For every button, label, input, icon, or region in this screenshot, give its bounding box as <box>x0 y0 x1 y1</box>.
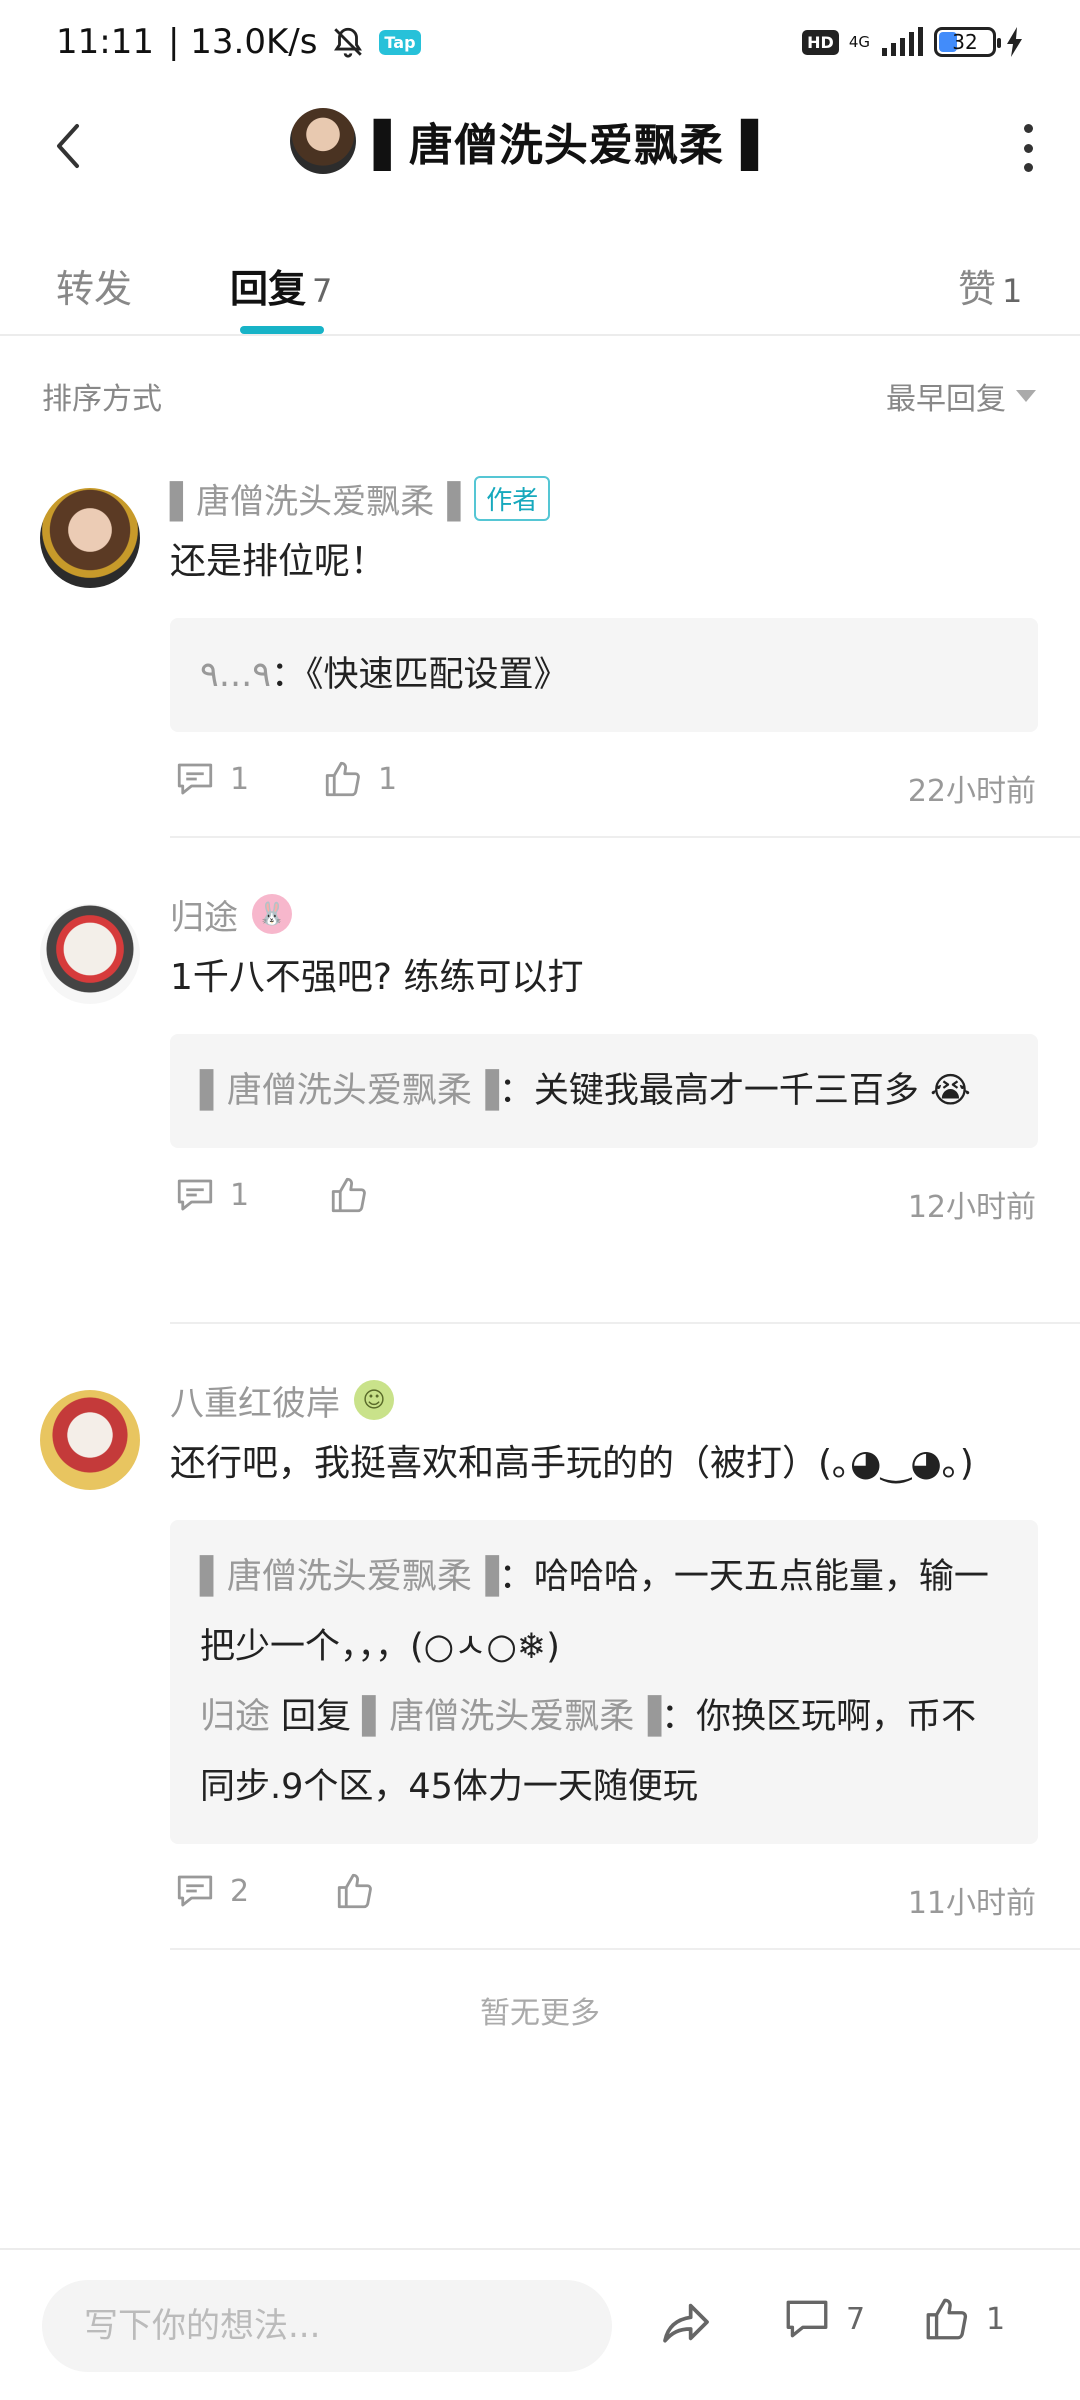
tab-replies[interactable]: 回复 7 <box>230 258 332 313</box>
like-button[interactable] <box>334 1870 390 1912</box>
divider <box>170 1322 1080 1324</box>
hd-icon: HD <box>802 29 839 55</box>
like-button[interactable] <box>328 1174 384 1216</box>
reply-word: 回复 <box>270 1697 363 1737</box>
thumbs-up-icon <box>325 761 360 797</box>
thumbs-up-icon <box>337 1873 372 1909</box>
reply-author: ▌唐僧洗头爱飘柔▐ <box>200 1557 499 1597</box>
back-button[interactable] <box>38 114 98 178</box>
comment-icon <box>177 763 213 795</box>
comment-text: 1千八不强吧? 练练可以打 <box>170 957 584 998</box>
bottom-action-bar: 写下你的想法... 7 1 <box>0 2248 1080 2400</box>
comment-author[interactable]: 八重红彼岸 <box>170 1376 340 1425</box>
avatar[interactable] <box>290 108 356 174</box>
divider <box>170 1948 1080 1950</box>
comments-button[interactable]: 7 <box>782 2294 865 2344</box>
bell-muted-icon <box>334 27 363 58</box>
reply-author: ▌唐僧洗头爱飘柔▐ <box>200 1071 499 1111</box>
thumbs-up-icon <box>926 2298 968 2340</box>
reply-line: 归途 回复 ▌唐僧洗头爱飘柔▐：你换区玩啊，币不同步.9个区，45体力一天随便玩 <box>200 1682 1008 1822</box>
avatar[interactable] <box>40 1390 140 1490</box>
comment-icon <box>786 2300 828 2338</box>
comment-text: 还行吧，我挺喜欢和高手玩的的（被打）(｡◕‿◕｡) <box>170 1443 974 1484</box>
like-button[interactable]: 1 <box>922 2294 1005 2344</box>
rabbit-icon: 🐰 <box>252 894 292 934</box>
thumbs-up-icon <box>331 1177 366 1213</box>
reply-author: ٩...٩ <box>200 655 272 695</box>
tab-repost[interactable]: 转发 <box>56 258 132 313</box>
comment-input[interactable]: 写下你的想法... <box>42 2280 612 2372</box>
reply-button[interactable]: 2 <box>174 1870 249 1912</box>
tab-bar: 转发 回复 7 赞1 <box>0 240 1080 336</box>
reply-button[interactable]: 1 <box>174 758 249 800</box>
reply-preview[interactable]: ٩...٩：《快速匹配设置》 <box>170 618 1038 732</box>
sort-dropdown[interactable]: 最早回复 <box>886 374 1036 418</box>
charging-icon <box>1007 27 1022 57</box>
header-user[interactable]: ▌唐僧洗头爱飘柔▐ <box>290 108 759 174</box>
comment-time: 12小时前 <box>907 1190 1036 1225</box>
like-button[interactable]: 1 <box>322 758 397 800</box>
no-more-label: 暂无更多 <box>480 1996 600 2031</box>
share-icon <box>663 2303 709 2343</box>
author-badge: 作者 <box>474 475 551 521</box>
reply-preview[interactable]: ▌唐僧洗头爱飘柔▐：哈哈哈，一天五点能量，输一把少一个，，，(○ㅅ○❄) 归途 … <box>170 1520 1038 1844</box>
caret-down-icon <box>1016 390 1036 402</box>
reply-text: ：关键我最高才一千三百多 😭 <box>498 1071 971 1111</box>
sort-row: 排序方式 最早回复 <box>0 364 1080 428</box>
network-type: 4G <box>848 32 870 51</box>
reply-text: ：《快速匹配设置》 <box>271 655 569 695</box>
tab-likes-count: 1 <box>1002 272 1023 310</box>
more-options-button[interactable] <box>1016 124 1040 172</box>
tab-likes[interactable]: 赞1 <box>958 258 1022 313</box>
status-speed: | 13.0K/s <box>167 22 318 62</box>
status-time: 11:11 <box>56 22 154 62</box>
comment-icon <box>177 1179 213 1211</box>
comment-author[interactable]: ▌唐僧洗头爱飘柔▐ <box>170 474 460 523</box>
avatar[interactable] <box>40 488 140 588</box>
reply-preview[interactable]: ▌唐僧洗头爱飘柔▐：关键我最高才一千三百多 😭 <box>170 1034 1038 1148</box>
divider <box>170 836 1080 838</box>
comment-time: 11小时前 <box>907 1886 1036 1921</box>
avatar[interactable] <box>40 904 140 1004</box>
page-header: ▌唐僧洗头爱飘柔▐ <box>0 84 1080 208</box>
character-icon: ☺ <box>354 1380 394 1420</box>
battery-icon: 32 <box>934 27 1001 57</box>
tab-replies-count: 7 <box>312 272 333 310</box>
status-bar: 11:11 | 13.0K/s Tap HD 4G 32 <box>0 0 1080 84</box>
comment-text: 还是排位呢！ <box>170 541 387 582</box>
reply-author: 归途 <box>200 1697 271 1737</box>
chevron-left-icon <box>57 124 79 168</box>
taptap-icon: Tap <box>379 29 421 55</box>
sort-label: 排序方式 <box>42 382 162 417</box>
share-button[interactable] <box>658 2294 714 2354</box>
reply-target: ▌唐僧洗头爱飘柔▐ <box>362 1697 662 1737</box>
comment-time: 22小时前 <box>907 774 1036 809</box>
reply-button[interactable]: 1 <box>174 1174 249 1216</box>
more-icon <box>1023 124 1033 133</box>
page-title: ▌唐僧洗头爱飘柔▐ <box>374 120 759 171</box>
signal-icon <box>882 27 923 56</box>
comment-author[interactable]: 归途 <box>170 890 238 939</box>
reply-line: ▌唐僧洗头爱飘柔▐：哈哈哈，一天五点能量，输一把少一个，，，(○ㅅ○❄) <box>200 1542 1008 1682</box>
tab-indicator <box>240 326 324 334</box>
comment-icon <box>177 1875 213 1907</box>
